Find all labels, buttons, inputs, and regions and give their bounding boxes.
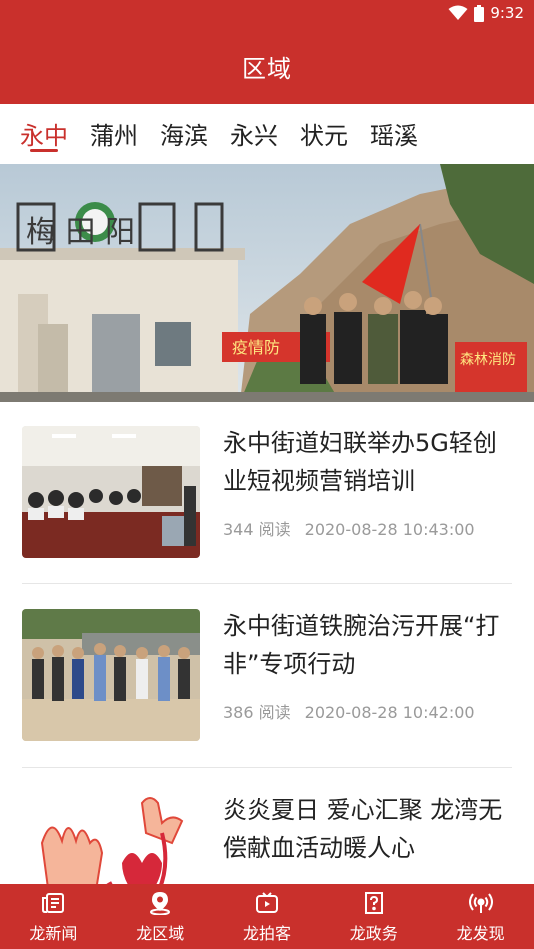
nav-item-shooter[interactable]: 龙拍客 [214, 884, 321, 949]
nav-item-region[interactable]: 龙区域 [107, 884, 214, 949]
wifi-icon [448, 5, 468, 21]
question-icon [361, 890, 387, 916]
news-title: 永中街道妇联举办5G轻创业短视频营销培训 [223, 429, 497, 495]
nav-label: 龙发现 [456, 923, 505, 943]
tab-zhuangyuan[interactable]: 状元 [300, 104, 348, 162]
hero-banner-left-text: 疫情防 [232, 338, 280, 357]
location-icon [147, 890, 173, 916]
battery-icon [474, 4, 485, 22]
news-title: 永中街道铁腕治污开展“打非”专项行动 [223, 612, 500, 678]
status-time: 9:32 [490, 4, 524, 22]
nav-label: 龙政务 [349, 923, 398, 943]
app-bar: 区域 [0, 28, 534, 104]
news-icon [40, 890, 66, 916]
status-icons: 9:32 [448, 4, 524, 22]
hero-sign-text: 梅 田 阳 [26, 215, 135, 250]
hero-banner-right-text: 森林消防 [460, 352, 516, 368]
region-tabs: 永中 蒲州 海滨 永兴 状元 瑶溪 [0, 104, 534, 162]
news-thumbnail [22, 426, 200, 558]
news-time: 2020-08-28 10:42:00 [304, 703, 475, 722]
video-icon [254, 890, 280, 916]
nav-item-government[interactable]: 龙政务 [320, 884, 427, 949]
news-time: 2020-08-28 10:43:00 [304, 520, 475, 539]
nav-label: 龙区域 [136, 923, 185, 943]
tab-yongzhong[interactable]: 永中 [20, 104, 68, 162]
tab-yongxing[interactable]: 永兴 [230, 104, 278, 162]
nav-item-discover[interactable]: 龙发现 [427, 884, 534, 949]
news-meta: 386 阅读 2020-08-28 10:42:00 [223, 699, 475, 723]
broadcast-icon [468, 890, 494, 916]
news-read-count: 386 阅读 [223, 703, 291, 722]
news-title: 炎炎夏日 爱心汇聚 龙湾无偿献血活动暖人心 [223, 796, 503, 862]
divider [22, 767, 512, 768]
nav-label: 龙新闻 [29, 923, 78, 943]
news-thumbnail [22, 609, 200, 741]
nav-label: 龙拍客 [242, 923, 291, 943]
divider [22, 583, 512, 584]
news-meta: 344 阅读 2020-08-28 10:43:00 [223, 516, 475, 540]
news-read-count: 344 阅读 [223, 520, 291, 539]
tab-puzhou[interactable]: 蒲州 [90, 104, 138, 162]
bottom-nav: 龙新闻 龙区域 龙拍客 龙政务 龙发现 [0, 884, 534, 949]
status-bar: 9:32 [0, 0, 534, 28]
tab-yaoxi[interactable]: 瑶溪 [370, 104, 418, 162]
page-title: 区域 [242, 54, 292, 83]
nav-item-news[interactable]: 龙新闻 [0, 884, 107, 949]
hero-banner-image[interactable]: 梅 田 阳 疫情防 森林消防 [0, 164, 534, 402]
tab-haibin[interactable]: 海滨 [160, 104, 208, 162]
